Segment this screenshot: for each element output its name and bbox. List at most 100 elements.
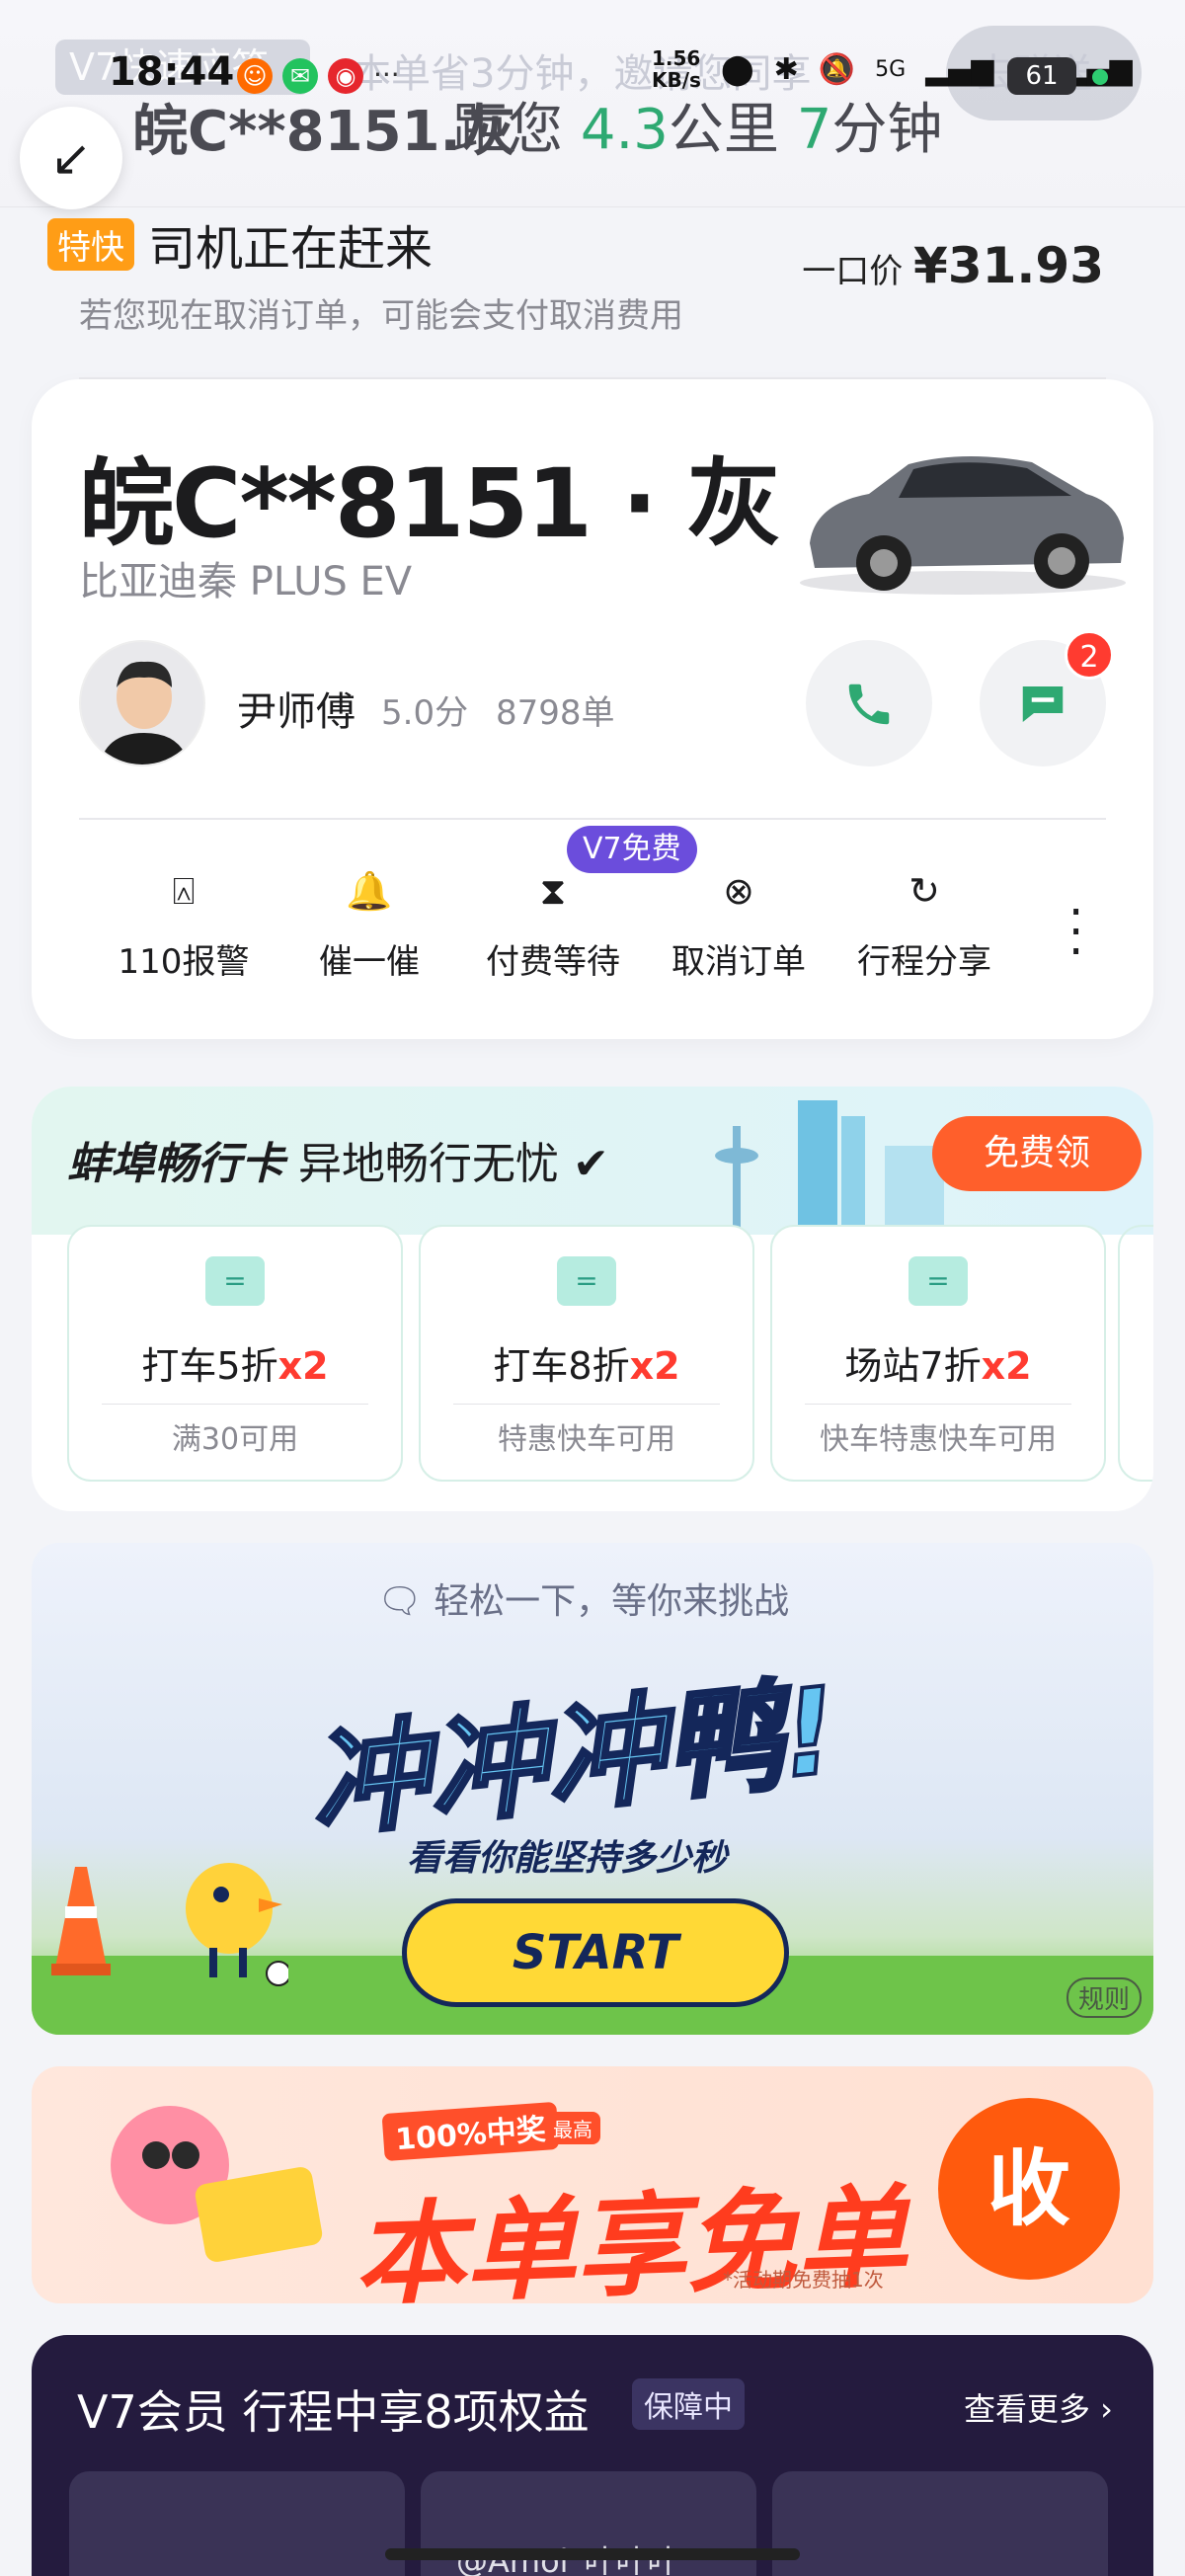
coupon-card[interactable]: = 场站7折x2 快车特惠快车可用 xyxy=(770,1225,1106,1482)
share-icon: ↻ xyxy=(908,869,940,913)
driver-orders: 8798单 xyxy=(496,693,615,733)
battery-indicator: 61 xyxy=(1007,57,1076,95)
win-tag: 100%中奖 xyxy=(381,2101,560,2162)
car-image xyxy=(800,455,1126,595)
order-status-text: 司机正在赶来 xyxy=(148,221,434,277)
avatar-image xyxy=(81,642,203,765)
free-order-banner[interactable]: 100%中奖 最高 本单享免单 *活动期免费抽1次 收 xyxy=(32,2066,1153,2303)
header-distance: 距您 4.3公里 7分钟 xyxy=(452,85,942,165)
coupon-name: 打车5折x2 xyxy=(69,1335,401,1390)
eta-unit: 分钟 xyxy=(831,98,943,162)
pass-subtitle: 异地畅行无忧 xyxy=(298,1139,559,1189)
bell-icon: 🔔 xyxy=(346,869,393,913)
game-subtitle: 🗨 轻松一下，等你来挑战 xyxy=(377,1572,789,1624)
divider xyxy=(79,818,1106,820)
game-banner[interactable]: 🗨 轻松一下，等你来挑战 冲冲冲鸭! 看看你能坚持多少秒 START 规则 xyxy=(32,1543,1153,2035)
more-vertical-icon[interactable]: · · · xyxy=(1068,889,1083,976)
coupon-name-text: 场站7折 xyxy=(844,1344,982,1388)
chat-bubble-icon: 🗨 xyxy=(377,1581,434,1622)
game-title: 冲冲冲鸭! xyxy=(301,1660,844,1856)
ticket-icon: = xyxy=(205,1256,265,1306)
benefit-tile[interactable] xyxy=(772,2471,1108,2576)
price: 一口价 ¥31.93 xyxy=(802,237,1104,294)
game-slogan: 看看你能坚持多少秒 xyxy=(407,1838,728,1879)
cancel-note: 若您现在取消订单，可能会支付取消费用 xyxy=(79,296,683,336)
game-subtitle-text: 轻松一下，等你来挑战 xyxy=(434,1581,790,1622)
v7-free-tag: V7免费 xyxy=(567,826,697,873)
view-more-link[interactable]: 查看更多 › xyxy=(964,2384,1113,2430)
action-urge[interactable]: 🔔 催一催 xyxy=(280,869,458,983)
coupon-card-partial xyxy=(1118,1225,1153,1482)
protection-badge: 保障中 xyxy=(632,2378,745,2430)
privacy-dot xyxy=(1092,69,1108,85)
divider xyxy=(805,1404,1071,1405)
action-paid-wait[interactable]: ⧗ 付费等待 xyxy=(464,869,642,983)
max-tag: 最高 xyxy=(545,2112,600,2144)
distance-unit: 公里 xyxy=(668,98,779,162)
hourglass-icon: ⧗ xyxy=(539,869,567,913)
coupon-name-text: 打车5折 xyxy=(141,1344,278,1388)
divider xyxy=(453,1404,720,1405)
coupon-note: 满30可用 xyxy=(171,1422,299,1457)
coupon-mult: x2 xyxy=(277,1344,329,1388)
car-model: 比亚迪秦 PLUS EV xyxy=(79,559,413,604)
distance-km: 4.3 xyxy=(580,98,669,162)
message-badge: 2 xyxy=(1065,630,1114,680)
free-order-note: *活动期免费抽1次 xyxy=(723,2268,884,2292)
benefit-tile[interactable] xyxy=(69,2471,405,2576)
verified-icon: ✔ xyxy=(573,1139,609,1189)
action-label: 付费等待 xyxy=(486,942,620,982)
coupon-note: 快车特惠快车可用 xyxy=(820,1422,1057,1457)
driver-rating: 5.0分 xyxy=(381,693,469,733)
start-button[interactable]: START xyxy=(402,1898,789,2007)
driver-avatar[interactable] xyxy=(79,640,205,766)
city-pass-card: 蚌埠畅行卡 异地畅行无忧 ✔ 免费领 = 打车5折x2 满30可用 = 打车8折… xyxy=(32,1087,1153,1511)
signal-5g-1: 5G xyxy=(875,56,907,82)
rules-button[interactable]: 规则 xyxy=(1066,1977,1143,2018)
ticket-icon: = xyxy=(557,1256,616,1306)
order-status: 特快 司机正在赶来 xyxy=(47,209,433,279)
driver-name: 尹师傅 xyxy=(237,689,356,735)
collapse-arrow-icon[interactable]: ↙ xyxy=(20,107,122,209)
chat-icon xyxy=(1022,685,1064,722)
eta-min: 7 xyxy=(796,98,832,162)
pass-title: 蚌埠畅行卡 异地畅行无忧 ✔ xyxy=(67,1128,609,1191)
collect-button[interactable]: 收 xyxy=(938,2098,1120,2280)
action-police[interactable]: ⍓ 110报警 xyxy=(95,869,273,983)
v7-title: V7会员 行程中享8项权益 xyxy=(77,2385,590,2439)
action-label: 行程分享 xyxy=(857,942,991,982)
action-label: 取消订单 xyxy=(672,942,806,982)
coupon-note: 特惠快车可用 xyxy=(498,1422,675,1457)
action-label: 110报警 xyxy=(118,942,250,982)
mute-icon: 🔕 xyxy=(818,51,856,87)
phone-icon xyxy=(848,684,890,724)
coupon-name: 场站7折x2 xyxy=(772,1335,1104,1390)
alarm-110-icon: ⍓ xyxy=(172,869,196,913)
coupon-card[interactable]: = 打车5折x2 满30可用 xyxy=(67,1225,403,1482)
pass-name: 蚌埠畅行卡 xyxy=(67,1139,284,1189)
ticket-icon: = xyxy=(908,1256,968,1306)
coupon-name-text: 打车8折 xyxy=(493,1344,630,1388)
service-tag: 特快 xyxy=(47,217,134,271)
price-value: ¥31.93 xyxy=(913,237,1104,294)
home-indicator[interactable] xyxy=(385,2548,800,2560)
price-label: 一口价 xyxy=(802,252,904,291)
location-icon: ⬤ xyxy=(721,51,754,87)
signal-bars-icon: ▂▄▆ xyxy=(925,51,994,87)
action-share[interactable]: ↻ 行程分享 xyxy=(835,869,1013,983)
mascot-ticket-art xyxy=(111,2106,323,2262)
duck-mascot-icon xyxy=(186,1863,288,1986)
cancel-circle-icon: ⊗ xyxy=(723,869,754,913)
coupon-name: 打车8折x2 xyxy=(421,1335,752,1390)
action-cancel[interactable]: ⊗ 取消订单 xyxy=(650,869,828,983)
claim-free-button[interactable]: 免费领 xyxy=(932,1116,1142,1191)
plate-number: 皖C**8151 · 灰 xyxy=(79,448,781,559)
action-label: 催一催 xyxy=(319,942,420,982)
bluetooth-icon: ✱ xyxy=(773,51,799,87)
coupon-card[interactable]: = 打车8折x2 特惠快车可用 xyxy=(419,1225,754,1482)
traffic-cone-icon xyxy=(51,1867,111,1975)
divider xyxy=(102,1404,368,1405)
call-button[interactable] xyxy=(806,640,932,766)
distance-prefix: 距您 xyxy=(452,98,563,162)
coupon-mult: x2 xyxy=(629,1344,680,1388)
